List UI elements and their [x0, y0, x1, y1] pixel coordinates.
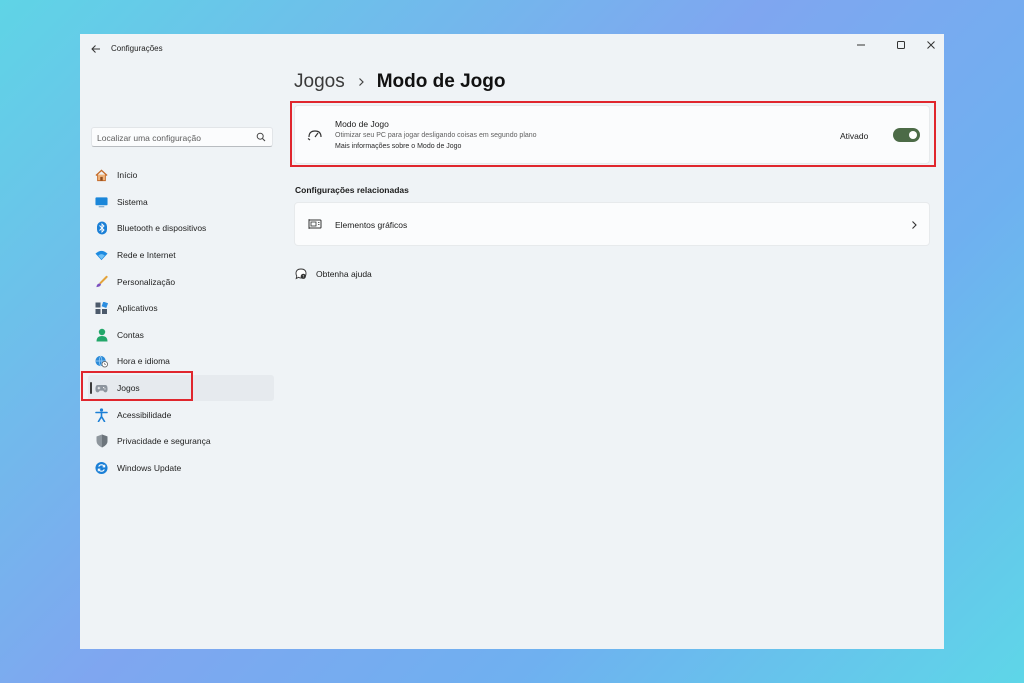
- shield-icon: [95, 434, 108, 448]
- breadcrumb-parent[interactable]: Jogos: [294, 71, 345, 93]
- sidebar-item-sistema[interactable]: Sistema: [88, 189, 274, 216]
- home-icon: [95, 169, 108, 182]
- sidebar-item-label: Início: [117, 170, 138, 181]
- svg-text:?: ?: [302, 275, 304, 279]
- sidebar-item-label: Hora e idioma: [117, 356, 170, 367]
- sidebar-item-bluetooth[interactable]: Bluetooth e dispositivos: [88, 215, 274, 242]
- sidebar-item-label: Rede e Internet: [117, 250, 176, 261]
- graphics-label: Elementos gráficos: [335, 220, 408, 230]
- page-title: Modo de Jogo: [376, 71, 506, 92]
- sidebar-item-label: Windows Update: [117, 462, 182, 473]
- sidebar-item-rede[interactable]: Rede e Internet: [88, 242, 274, 269]
- sidebar-item-label: Acessibilidade: [117, 409, 172, 420]
- breadcrumb: Jogos Modo de Jogo: [294, 71, 505, 93]
- title-bar: Configurações: [80, 34, 944, 64]
- sidebar-highlight-box: [81, 371, 193, 401]
- sidebar-item-label: Personalização: [117, 276, 176, 287]
- maximize-button[interactable]: [890, 37, 912, 53]
- apps-icon: [95, 301, 108, 315]
- settings-window: Configurações Início Sistema: [80, 34, 944, 649]
- search-icon[interactable]: [256, 132, 266, 142]
- minimize-button[interactable]: [850, 37, 872, 53]
- get-help-label: Obtenha ajuda: [316, 269, 372, 279]
- graphics-card-icon: [308, 219, 322, 229]
- chevron-right-icon: [912, 221, 917, 229]
- sidebar-item-personalizacao[interactable]: Personalização: [88, 268, 274, 295]
- maximize-icon: [897, 41, 905, 49]
- system-icon: [95, 195, 108, 208]
- globe-clock-icon: [95, 355, 108, 368]
- sidebar-item-label: Contas: [117, 329, 144, 340]
- sidebar-item-acessibilidade[interactable]: Acessibilidade: [88, 401, 274, 428]
- update-icon: [95, 461, 108, 474]
- sidebar-item-label: Privacidade e segurança: [117, 436, 211, 447]
- graphics-settings-row[interactable]: Elementos gráficos: [294, 202, 930, 246]
- sidebar-item-aplicativos[interactable]: Aplicativos: [88, 295, 274, 322]
- app-title: Configurações: [111, 44, 163, 53]
- bluetooth-icon: [95, 221, 108, 235]
- person-icon: [95, 328, 108, 342]
- close-icon: [927, 41, 935, 49]
- sidebar-item-label: Sistema: [117, 196, 148, 207]
- related-settings-heading: Configurações relacionadas: [295, 185, 409, 195]
- arrow-left-icon: [91, 45, 100, 53]
- close-button[interactable]: [920, 37, 942, 53]
- get-help-link[interactable]: ? Obtenha ajuda: [295, 268, 372, 280]
- sidebar-item-inicio[interactable]: Início: [88, 162, 274, 189]
- brush-icon: [95, 275, 108, 288]
- minimize-icon: [857, 44, 865, 46]
- game-mode-highlight-box: [290, 101, 936, 167]
- help-icon: ?: [295, 268, 307, 280]
- sidebar-item-label: Bluetooth e dispositivos: [117, 223, 207, 234]
- search-box[interactable]: [91, 127, 273, 147]
- back-button[interactable]: [88, 41, 104, 57]
- wifi-icon: [95, 249, 108, 262]
- search-input[interactable]: [92, 129, 242, 147]
- chevron-right-icon: [358, 78, 364, 86]
- sidebar-item-windows-update[interactable]: Windows Update: [88, 455, 274, 482]
- accessibility-icon: [95, 408, 108, 422]
- sidebar-nav: Início Sistema Bluetooth e dispositivos …: [88, 162, 274, 481]
- sidebar-item-privacidade[interactable]: Privacidade e segurança: [88, 428, 274, 455]
- sidebar-item-contas[interactable]: Contas: [88, 322, 274, 349]
- sidebar-item-label: Aplicativos: [117, 303, 158, 314]
